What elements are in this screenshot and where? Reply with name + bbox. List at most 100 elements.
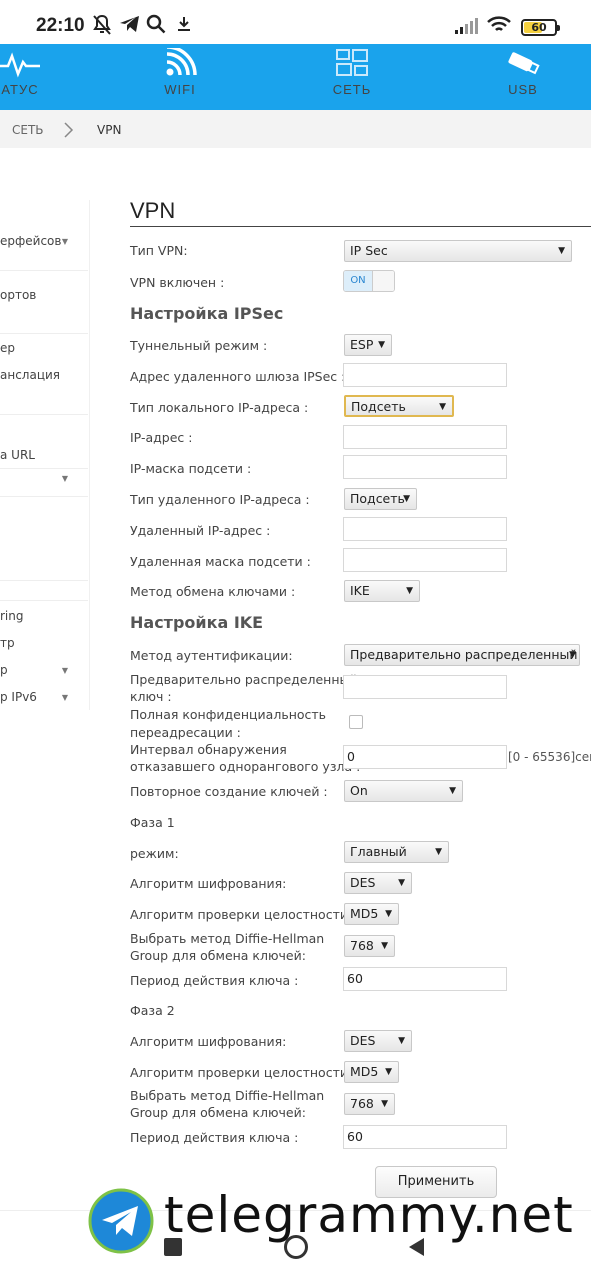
mode-select[interactable]: Главный ▼ [344, 841, 449, 863]
select-value: MD5 [350, 906, 379, 921]
chevron-down-icon: ▼ [558, 246, 565, 256]
vpn-type-label: Тип VPN: [130, 243, 188, 258]
p2-integrity-select[interactable]: MD5 ▼ [344, 1061, 399, 1083]
sidebar-item-translation[interactable]: анслация [0, 368, 88, 382]
breadcrumb-parent[interactable]: СЕТЬ [12, 123, 44, 137]
local-ip-type-select[interactable]: Подсеть ▼ [344, 395, 454, 417]
select-value: DES [350, 1033, 376, 1048]
divider [0, 468, 88, 469]
p1-lifetime-input[interactable]: 60 [343, 967, 507, 991]
chevron-down-icon: ▼ [385, 1067, 392, 1077]
sidebar-item-interfaces[interactable]: ерфейсов ▼ [0, 234, 88, 248]
usb-icon [508, 52, 540, 75]
wifi-icon [166, 48, 197, 76]
dpd-range-hint: [0 - 65536]сек [508, 750, 591, 764]
chevron-down-icon: ▼ [61, 693, 68, 702]
ip-address-input[interactable] [343, 425, 507, 449]
select-value: Предварительно распределенный [350, 647, 578, 662]
nav-status-label: АТУС [1, 82, 39, 97]
rekey-label: Повторное создание ключей : [130, 784, 328, 799]
nav-wifi[interactable]: WIFI [130, 44, 230, 110]
divider [0, 496, 88, 497]
remote-ip-label: Удаленный IP-адрес : [130, 523, 271, 538]
p1-integrity-select[interactable]: MD5 ▼ [344, 903, 399, 925]
pfs-checkbox[interactable] [349, 715, 363, 729]
key-exchange-select[interactable]: IKE ▼ [344, 580, 420, 602]
tunnel-mode-select[interactable]: ESP ▼ [344, 334, 392, 356]
chevron-right-icon [64, 122, 74, 138]
dpd-label-line2: отказавшего однорангового узла : [130, 759, 361, 774]
p2-encryption-select[interactable]: DES ▼ [344, 1030, 412, 1052]
page-title: VPN [130, 198, 176, 223]
p1-dh-label-line2: Group для обмена ключей: [130, 948, 306, 963]
p1-dh-group-select[interactable]: 768 ▼ [344, 935, 395, 957]
nav-usb[interactable]: USB [473, 44, 573, 110]
select-value: MD5 [350, 1064, 379, 1079]
nav-usb-label: USB [508, 82, 538, 97]
psk-label-line1: Предварительно распределенный [130, 672, 358, 687]
chevron-down-icon: ▼ [398, 1036, 405, 1046]
sidebar-item-collapsed[interactable]: ▼ [0, 474, 88, 488]
chevron-down-icon: ▼ [381, 941, 388, 951]
p1-encryption-select[interactable]: DES ▼ [344, 872, 412, 894]
p1-dh-label-line1: Выбрать метод Diffie-Hellman [130, 931, 325, 946]
select-value: 768 [350, 1096, 374, 1111]
divider [0, 414, 88, 415]
toggle-on-label: ON [344, 271, 372, 291]
sidebar-item-firewall-ipv6[interactable]: р IPv6 ▼ [0, 690, 88, 704]
vpn-type-select[interactable]: IP Sec ▼ [344, 240, 572, 262]
sidebar-item-monitoring[interactable]: ring [0, 609, 88, 623]
chevron-down-icon: ▼ [385, 909, 392, 919]
auth-method-label: Метод аутентификации: [130, 648, 293, 663]
sidebar: ерфейсов ▼ ортов ер анслация а URL ▼ ring… [0, 200, 90, 710]
select-value: 768 [350, 938, 374, 953]
nav-network-label: СЕТЬ [332, 82, 372, 97]
p2-dh-group-select[interactable]: 768 ▼ [344, 1093, 395, 1115]
nav-network[interactable]: СЕТЬ [302, 44, 402, 110]
p2-lifetime-label: Период действия ключа : [130, 1130, 299, 1145]
pulse-icon [0, 52, 40, 78]
battery-level: 60 [531, 21, 547, 34]
sidebar-item-label: ерфейсов [0, 234, 62, 248]
p1-integrity-label: Алгоритм проверки целостности: [130, 907, 353, 922]
sidebar-item-label: р IPv6 [0, 690, 37, 704]
auth-method-select[interactable]: Предварительно распределенный ▼ [344, 644, 580, 666]
tunnel-mode-label: Туннельный режим : [130, 338, 268, 353]
title-divider [130, 226, 591, 227]
sidebar-item-filter[interactable]: тр [0, 636, 88, 650]
nav-wifi-label: WIFI [164, 82, 196, 97]
battery-indicator: 60 [521, 19, 560, 36]
wifi-status-icon [486, 15, 512, 39]
chevron-down-icon: ▼ [378, 340, 385, 350]
sidebar-item-router[interactable]: ер [0, 341, 88, 355]
chevron-down-icon: ▼ [406, 586, 413, 596]
sidebar-item-url[interactable]: а URL [0, 448, 88, 462]
sidebar-item-ports[interactable]: ортов [0, 288, 88, 302]
vpn-enabled-toggle[interactable]: ON [343, 270, 395, 292]
pfs-label-line2: переадресации : [130, 725, 241, 740]
remote-ip-type-label: Тип удаленного IP-адреса : [130, 492, 310, 507]
sidebar-item-firewall[interactable]: р ▼ [0, 663, 88, 677]
p2-lifetime-input[interactable]: 60 [343, 1125, 507, 1149]
telegram-logo-icon [88, 1188, 154, 1254]
rekey-select[interactable]: On ▼ [344, 780, 463, 802]
toggle-knob [372, 271, 394, 291]
psk-input[interactable] [343, 675, 507, 699]
remote-ip-input[interactable] [343, 517, 507, 541]
select-value: ESP [350, 337, 374, 352]
phase2-label: Фаза 2 [130, 1003, 175, 1018]
top-navigation: АТУС WIFI СЕТЬ USB [0, 44, 591, 110]
select-value: Подсеть [350, 491, 405, 506]
dpd-interval-input[interactable]: 0 [343, 745, 507, 769]
divider [0, 600, 88, 601]
remote-ip-type-select[interactable]: Подсеть ▼ [344, 488, 417, 510]
sidebar-item-label: а URL [0, 448, 35, 462]
vpn-enabled-label: VPN включен : [130, 275, 225, 290]
nav-status[interactable]: АТУС [0, 44, 70, 110]
subnet-mask-input[interactable] [343, 455, 507, 479]
remote-gateway-input[interactable] [343, 363, 507, 387]
breadcrumb-current: VPN [97, 123, 122, 137]
sidebar-item-label: р [0, 663, 8, 677]
remote-mask-input[interactable] [343, 548, 507, 572]
telegram-icon [119, 14, 141, 38]
